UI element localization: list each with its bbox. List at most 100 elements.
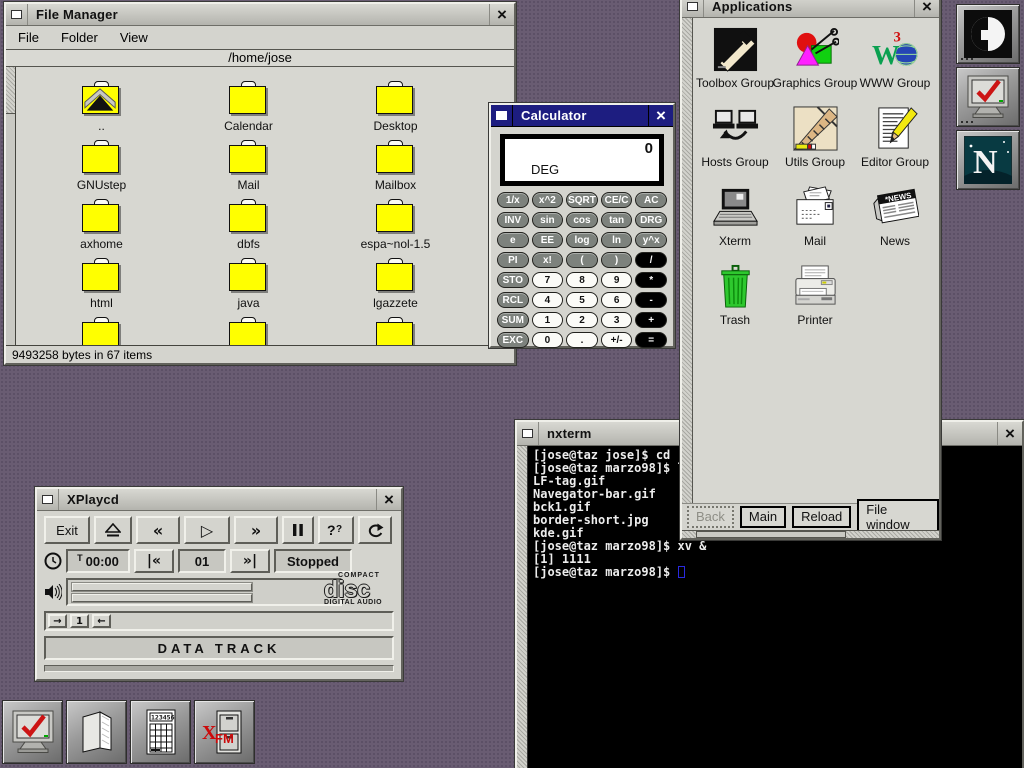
calc-key--[interactable]: -	[635, 292, 667, 308]
close-icon[interactable]: ×	[914, 0, 939, 17]
menu-folder[interactable]: Folder	[61, 30, 98, 45]
prev-track-button[interactable]: |«	[134, 549, 174, 573]
calc-key-x![interactable]: x!	[532, 252, 564, 268]
step-back-button[interactable]: ←	[92, 614, 111, 628]
calc-key-STO[interactable]: STO	[497, 272, 529, 288]
dock-icon-box[interactable]	[66, 700, 127, 764]
rewind-button[interactable]: «	[136, 516, 180, 544]
pause-button[interactable]	[282, 516, 314, 544]
calc-key-PI[interactable]: PI	[497, 252, 529, 268]
scrollbar-thumb[interactable]	[696, 531, 846, 538]
folder-item[interactable]	[322, 317, 469, 345]
calc-key-CE/C[interactable]: CE/C	[601, 192, 633, 208]
folder-item[interactable]	[28, 317, 175, 345]
main-button[interactable]: Main	[740, 506, 786, 528]
calc-key-DRG[interactable]: DRG	[635, 212, 667, 228]
dock-icon-netscape[interactable]: N	[956, 130, 1020, 190]
volume-slider-right[interactable]	[72, 594, 252, 602]
folder-item[interactable]: dbfs	[175, 199, 322, 258]
window-menu-icon[interactable]	[491, 105, 513, 126]
app-item-printer[interactable]: Printer	[775, 263, 855, 342]
window-menu-icon[interactable]	[517, 422, 539, 445]
calc-key-*[interactable]: *	[635, 272, 667, 288]
calc-key-2[interactable]: 2	[566, 312, 598, 328]
step-forward-button[interactable]: →	[48, 614, 67, 628]
volume-slider-left[interactable]	[72, 583, 252, 591]
app-item-graphics[interactable]: Graphics Group	[775, 26, 855, 105]
app-item-editor[interactable]: Editor Group	[855, 105, 935, 184]
calc-key-SUM[interactable]: SUM	[497, 312, 529, 328]
app-item-utils[interactable]: Utils Group	[775, 105, 855, 184]
close-icon[interactable]: ×	[489, 4, 514, 25]
resize-bar[interactable]	[44, 665, 394, 672]
menu-view[interactable]: View	[120, 30, 148, 45]
dock-icon-xfm[interactable]: XFM	[194, 700, 255, 764]
eject-button[interactable]	[94, 516, 132, 544]
calc-key-9[interactable]: 9	[601, 272, 633, 288]
calc-key-([interactable]: (	[566, 252, 598, 268]
calc-key-7[interactable]: 7	[532, 272, 564, 288]
folder-item[interactable]: html	[28, 258, 175, 317]
calc-key-=[interactable]: =	[635, 332, 667, 348]
calc-key-e[interactable]: e	[497, 232, 529, 248]
folder-item[interactable]: GNUstep	[28, 140, 175, 199]
calc-key-/[interactable]: /	[635, 252, 667, 268]
folder-item[interactable]: Mailbox	[322, 140, 469, 199]
dock-icon-xv[interactable]	[2, 700, 63, 764]
shuffle-button[interactable]: ??	[318, 516, 354, 544]
close-icon[interactable]: ×	[648, 105, 673, 126]
calc-key-+[interactable]: +	[635, 312, 667, 328]
close-icon[interactable]: ×	[376, 489, 401, 510]
folder-item[interactable]: lgazzete	[322, 258, 469, 317]
dock-icon-windowmaker[interactable]	[956, 4, 1020, 64]
dock-icon-xv[interactable]	[956, 67, 1020, 127]
folder-item[interactable]: ..	[28, 81, 175, 140]
vertical-scrollbar[interactable]	[6, 67, 16, 345]
window-menu-icon[interactable]	[6, 4, 28, 25]
calc-key-8[interactable]: 8	[566, 272, 598, 288]
next-track-button[interactable]: »|	[230, 549, 270, 573]
calc-key-EE[interactable]: EE	[532, 232, 564, 248]
app-item-toolbox[interactable]: Toolbox Group	[695, 26, 775, 105]
calc-key-y^x[interactable]: y^x	[635, 232, 667, 248]
calc-key-0[interactable]: 0	[532, 332, 564, 348]
folder-item[interactable]: Mail	[175, 140, 322, 199]
menu-file[interactable]: File	[18, 30, 39, 45]
app-item-news[interactable]: *NEWSNews	[855, 184, 935, 263]
calc-key-4[interactable]: 4	[532, 292, 564, 308]
file-manager-titlebar[interactable]: File Manager ×	[6, 4, 514, 26]
app-item-xterm[interactable]: Xterm	[695, 184, 775, 263]
calc-key-sin[interactable]: sin	[532, 212, 564, 228]
folder-item[interactable]	[175, 317, 322, 345]
window-menu-icon[interactable]	[37, 489, 59, 510]
vertical-scrollbar[interactable]	[682, 18, 693, 503]
calc-key-SQRT[interactable]: SQRT	[566, 192, 598, 208]
applications-titlebar[interactable]: Applications ×	[682, 0, 939, 18]
horizontal-scrollbar[interactable]	[682, 530, 939, 538]
forward-button[interactable]: »	[234, 516, 278, 544]
calc-key-RCL[interactable]: RCL	[497, 292, 529, 308]
folder-item[interactable]: java	[175, 258, 322, 317]
calc-key-6[interactable]: 6	[601, 292, 633, 308]
vertical-scrollbar[interactable]	[517, 446, 528, 768]
folder-item[interactable]: espa~nol-1.5	[322, 199, 469, 258]
calc-key-3[interactable]: 3	[601, 312, 633, 328]
calc-key-ln[interactable]: ln	[601, 232, 633, 248]
calc-key-log[interactable]: log	[566, 232, 598, 248]
calc-key-cos[interactable]: cos	[566, 212, 598, 228]
volume-slider-panel[interactable]	[66, 578, 342, 606]
folder-item[interactable]: Calendar	[175, 81, 322, 140]
dock-icon-xcalc[interactable]: 123456	[130, 700, 191, 764]
scrollbar-thumb[interactable]	[6, 113, 15, 345]
calc-key-1/x[interactable]: 1/x	[497, 192, 529, 208]
calc-key-x^2[interactable]: x^2	[532, 192, 564, 208]
calc-key-5[interactable]: 5	[566, 292, 598, 308]
folder-item[interactable]: axhome	[28, 199, 175, 258]
exit-button[interactable]: Exit	[44, 516, 90, 544]
calc-key-1[interactable]: 1	[532, 312, 564, 328]
play-button[interactable]: ▷	[184, 516, 230, 544]
calc-key-AC[interactable]: AC	[635, 192, 667, 208]
calculator-titlebar[interactable]: Calculator ×	[491, 105, 673, 127]
close-icon[interactable]: ×	[997, 422, 1022, 445]
app-item-www[interactable]: 3WWWW Group	[855, 26, 935, 105]
